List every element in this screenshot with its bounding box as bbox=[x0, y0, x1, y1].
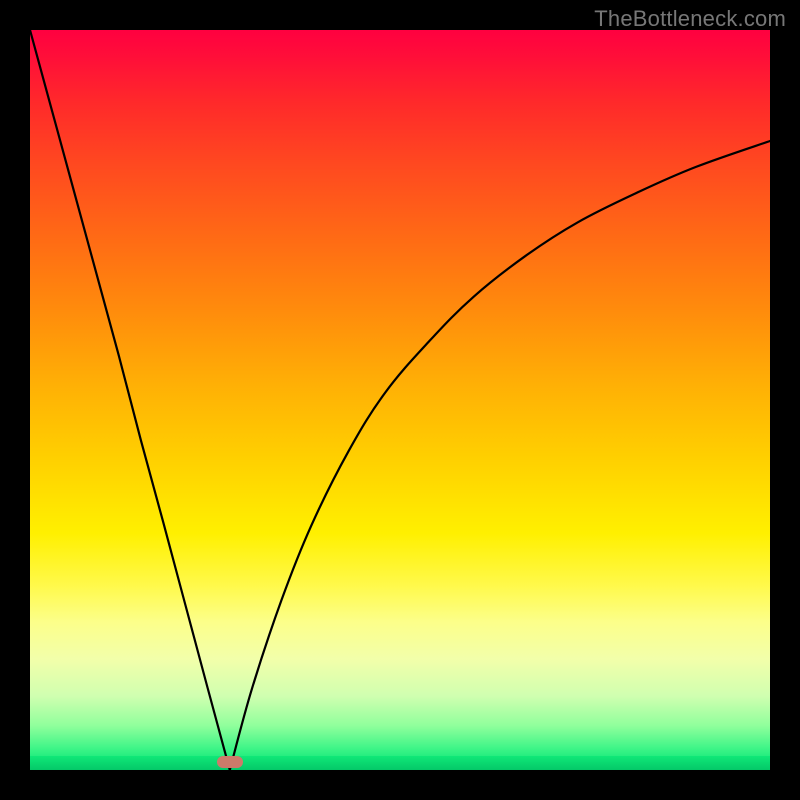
watermark-text: TheBottleneck.com bbox=[594, 6, 786, 32]
optimum-marker bbox=[217, 756, 243, 768]
curve-right-branch bbox=[230, 141, 770, 770]
plot-area bbox=[30, 30, 770, 770]
curve-left-branch bbox=[30, 30, 230, 770]
optimal-band bbox=[30, 756, 770, 770]
bottleneck-curve bbox=[30, 30, 770, 770]
chart-frame: TheBottleneck.com bbox=[0, 0, 800, 800]
